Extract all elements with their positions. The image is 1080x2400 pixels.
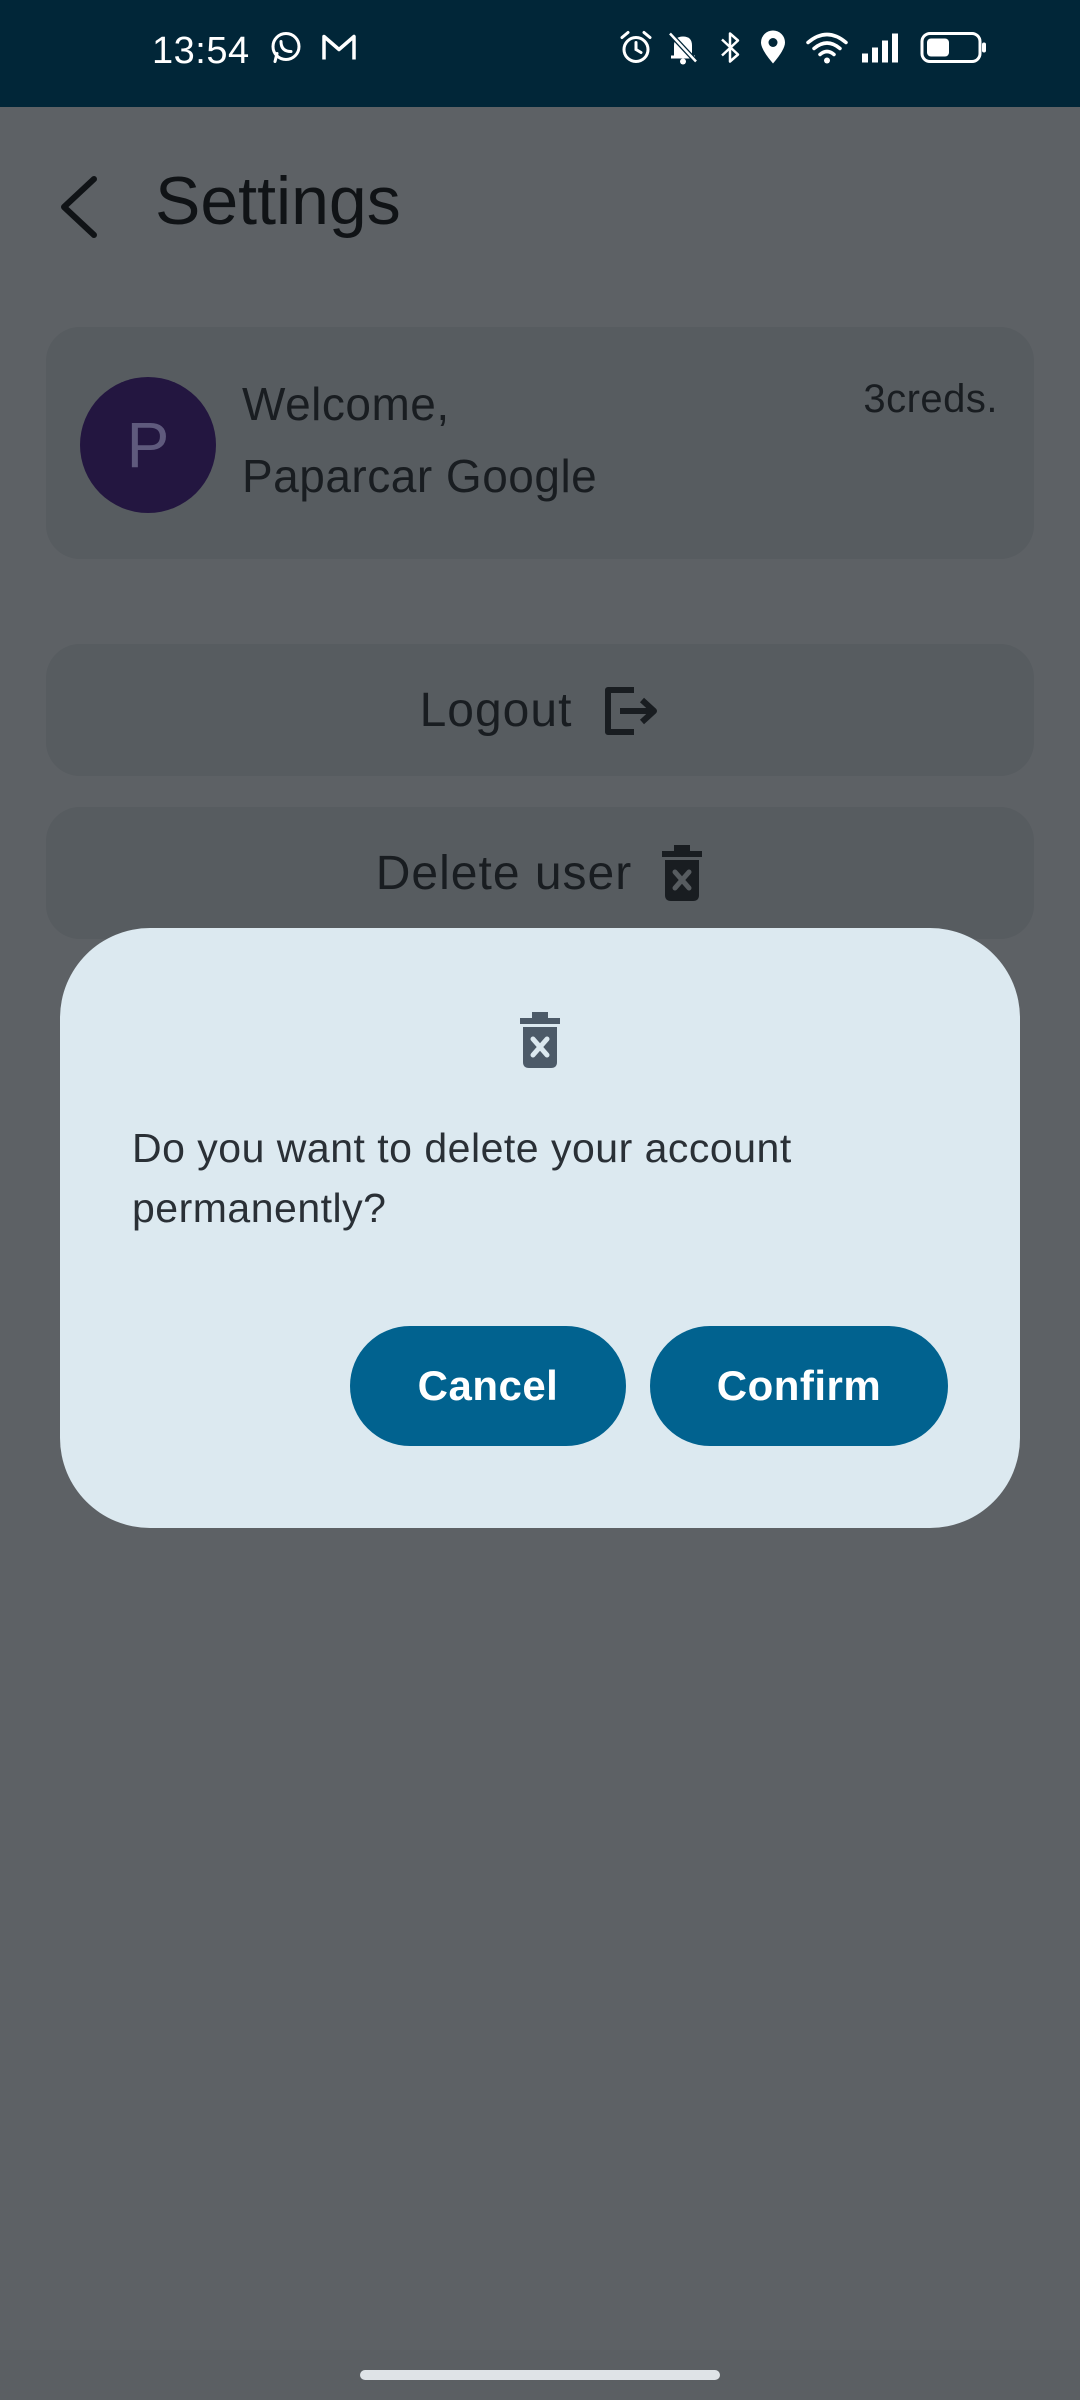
confirm-button[interactable]: Confirm xyxy=(650,1326,948,1446)
gmail-icon xyxy=(320,32,358,69)
wifi-icon xyxy=(806,31,848,70)
status-time: 13:54 xyxy=(152,30,250,72)
logout-icon xyxy=(600,680,660,740)
signal-icon xyxy=(860,32,902,69)
navigation-bar xyxy=(0,2350,1080,2400)
alarm-icon xyxy=(618,30,654,71)
whatsapp-icon xyxy=(268,30,304,71)
delete-user-label: Delete user xyxy=(375,846,633,900)
trash-icon xyxy=(518,1010,562,1075)
delete-user-button[interactable]: Delete user xyxy=(46,807,1034,939)
battery-icon xyxy=(920,31,988,70)
avatar: P xyxy=(80,377,216,513)
credits-count: 3creds. xyxy=(863,377,998,421)
welcome-greeting: Welcome, xyxy=(242,378,450,430)
logout-button[interactable]: Logout xyxy=(46,644,1034,776)
dialog-message: Do you want to delete your account perma… xyxy=(132,1125,792,1231)
back-arrow-icon[interactable] xyxy=(52,167,102,247)
logout-label: Logout xyxy=(419,683,573,737)
profile-card: P Welcome, Paparcar Google 3creds. xyxy=(46,327,1034,559)
page-title: Settings xyxy=(155,163,401,239)
location-icon xyxy=(758,30,788,71)
home-indicator[interactable] xyxy=(360,2370,720,2380)
user-name: Paparcar Google xyxy=(242,450,598,502)
cancel-button[interactable]: Cancel xyxy=(350,1326,626,1446)
status-bar: 13:54 xyxy=(0,0,1080,107)
trash-icon xyxy=(660,843,704,903)
bluetooth-icon xyxy=(718,30,742,71)
bell-off-icon xyxy=(666,30,700,71)
delete-account-dialog: Do you want to delete your account perma… xyxy=(60,928,1020,1528)
